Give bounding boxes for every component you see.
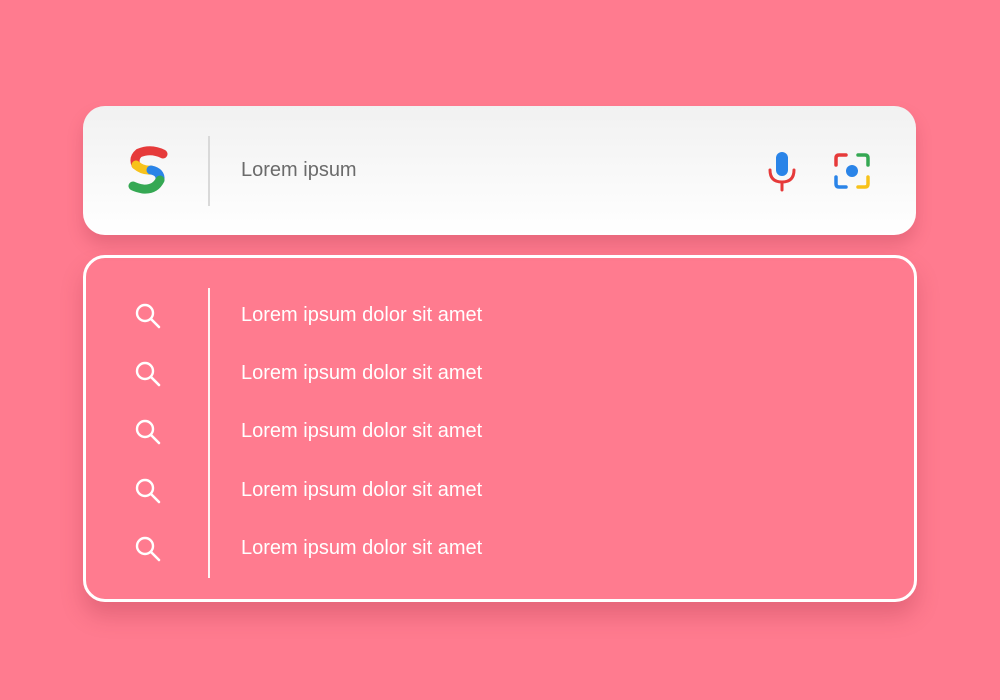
search-icon	[135, 536, 161, 562]
search-bar: S	[83, 106, 916, 235]
microphone-icon[interactable]	[762, 150, 802, 194]
suggestion-label: Lorem ipsum dolor sit amet	[241, 537, 483, 559]
suggestion-label: Lorem ipsum dolor sit amet	[241, 362, 483, 384]
search-bar-divider	[208, 136, 210, 206]
search-input[interactable]	[241, 150, 711, 190]
suggestion-label: Lorem ipsum dolor sit amet	[241, 420, 483, 442]
s-logo-icon: S	[128, 146, 168, 194]
suggestions-panel: Lorem ipsum dolor sit amet Lorem ipsum d…	[83, 255, 917, 602]
search-icon	[135, 419, 161, 445]
suggestion-item[interactable]: Lorem ipsum dolor sit amet	[86, 465, 914, 515]
search-icon	[135, 478, 161, 504]
suggestion-item[interactable]: Lorem ipsum dolor sit amet	[86, 406, 914, 456]
suggestion-item[interactable]: Lorem ipsum dolor sit amet	[86, 348, 914, 398]
suggestion-label: Lorem ipsum dolor sit amet	[241, 304, 483, 326]
suggestion-label: Lorem ipsum dolor sit amet	[241, 479, 483, 501]
search-icon	[135, 303, 161, 329]
suggestion-item[interactable]: Lorem ipsum dolor sit amet	[86, 290, 914, 340]
camera-lens-icon[interactable]	[833, 152, 871, 190]
suggestion-item[interactable]: Lorem ipsum dolor sit amet	[86, 523, 914, 573]
search-icon	[135, 361, 161, 387]
